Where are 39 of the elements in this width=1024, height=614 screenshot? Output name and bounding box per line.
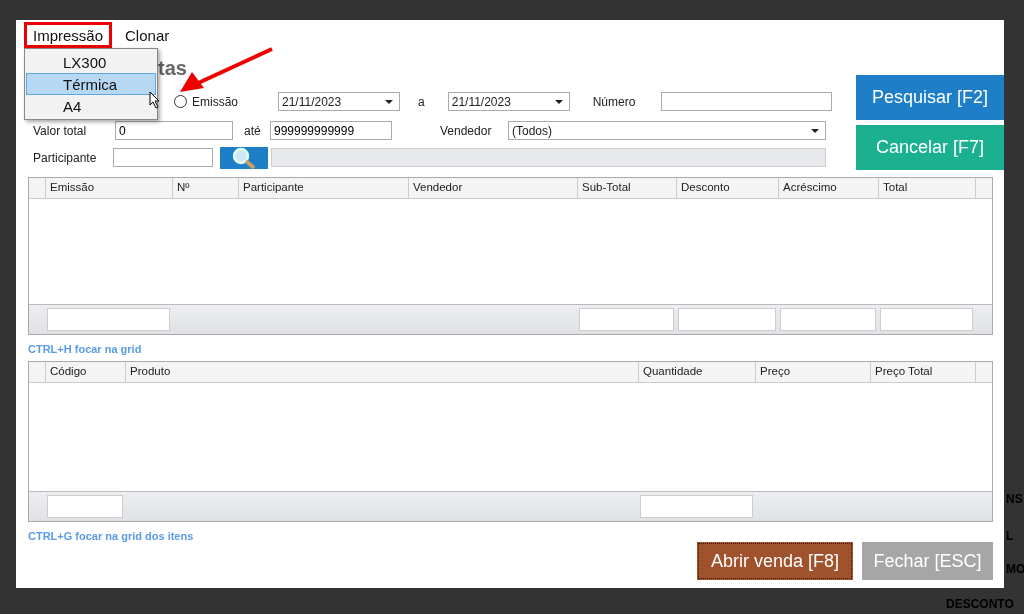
- column-header[interactable]: Preço: [756, 362, 871, 382]
- participant-field[interactable]: [113, 148, 213, 167]
- field-label: Valor total: [33, 123, 88, 138]
- search-button[interactable]: Pesquisar [F2]: [856, 75, 1004, 120]
- shortcut-hint: CTRL+H focar na grid: [28, 343, 143, 355]
- seller-dropdown[interactable]: (Todos): [508, 121, 826, 140]
- open-sale-button[interactable]: Abrir venda [F8]: [697, 542, 853, 580]
- menu-option[interactable]: Térmica: [26, 73, 156, 95]
- field-label: Participante: [33, 150, 98, 165]
- column-header[interactable]: Total: [879, 178, 976, 198]
- column-header[interactable]: Emissão: [46, 178, 173, 198]
- field-label: a: [418, 94, 425, 109]
- number-field[interactable]: [661, 92, 833, 111]
- column-header[interactable]: Preço Total: [871, 362, 976, 382]
- date-field[interactable]: 21/11/2023: [278, 92, 400, 111]
- column-header[interactable]: Vendedor: [409, 178, 578, 198]
- cursor-icon: [149, 91, 161, 109]
- column-header[interactable]: Produto: [126, 362, 639, 382]
- date-field[interactable]: 21/11/2023: [447, 92, 570, 111]
- column-header[interactable]: Código: [46, 362, 126, 382]
- input-field[interactable]: 0: [115, 121, 233, 140]
- column-header[interactable]: Sub-Total: [578, 178, 677, 198]
- column-header[interactable]: Nº: [173, 178, 239, 198]
- field-label: Número: [592, 94, 636, 109]
- menu-option[interactable]: LX300: [26, 51, 156, 73]
- input-field[interactable]: 999999999999: [270, 121, 392, 140]
- radio-button[interactable]: Emissão: [174, 94, 238, 109]
- column-header[interactable]: Acréscimo: [779, 178, 879, 198]
- search-icon: [230, 146, 258, 169]
- column-header[interactable]: Quantidade: [639, 362, 756, 382]
- menu-item[interactable]: Impressão: [24, 22, 113, 48]
- column-header[interactable]: Participante: [239, 178, 409, 198]
- menu-item[interactable]: Clonar: [116, 22, 179, 48]
- shortcut-hint: CTRL+G focar na grid dos itens: [28, 530, 194, 544]
- column-header[interactable]: Desconto: [677, 178, 779, 198]
- search-button[interactable]: [220, 146, 268, 169]
- field-label: até: [244, 123, 262, 138]
- field-label: Vendedor: [440, 123, 493, 138]
- window-title: tas: [158, 56, 187, 80]
